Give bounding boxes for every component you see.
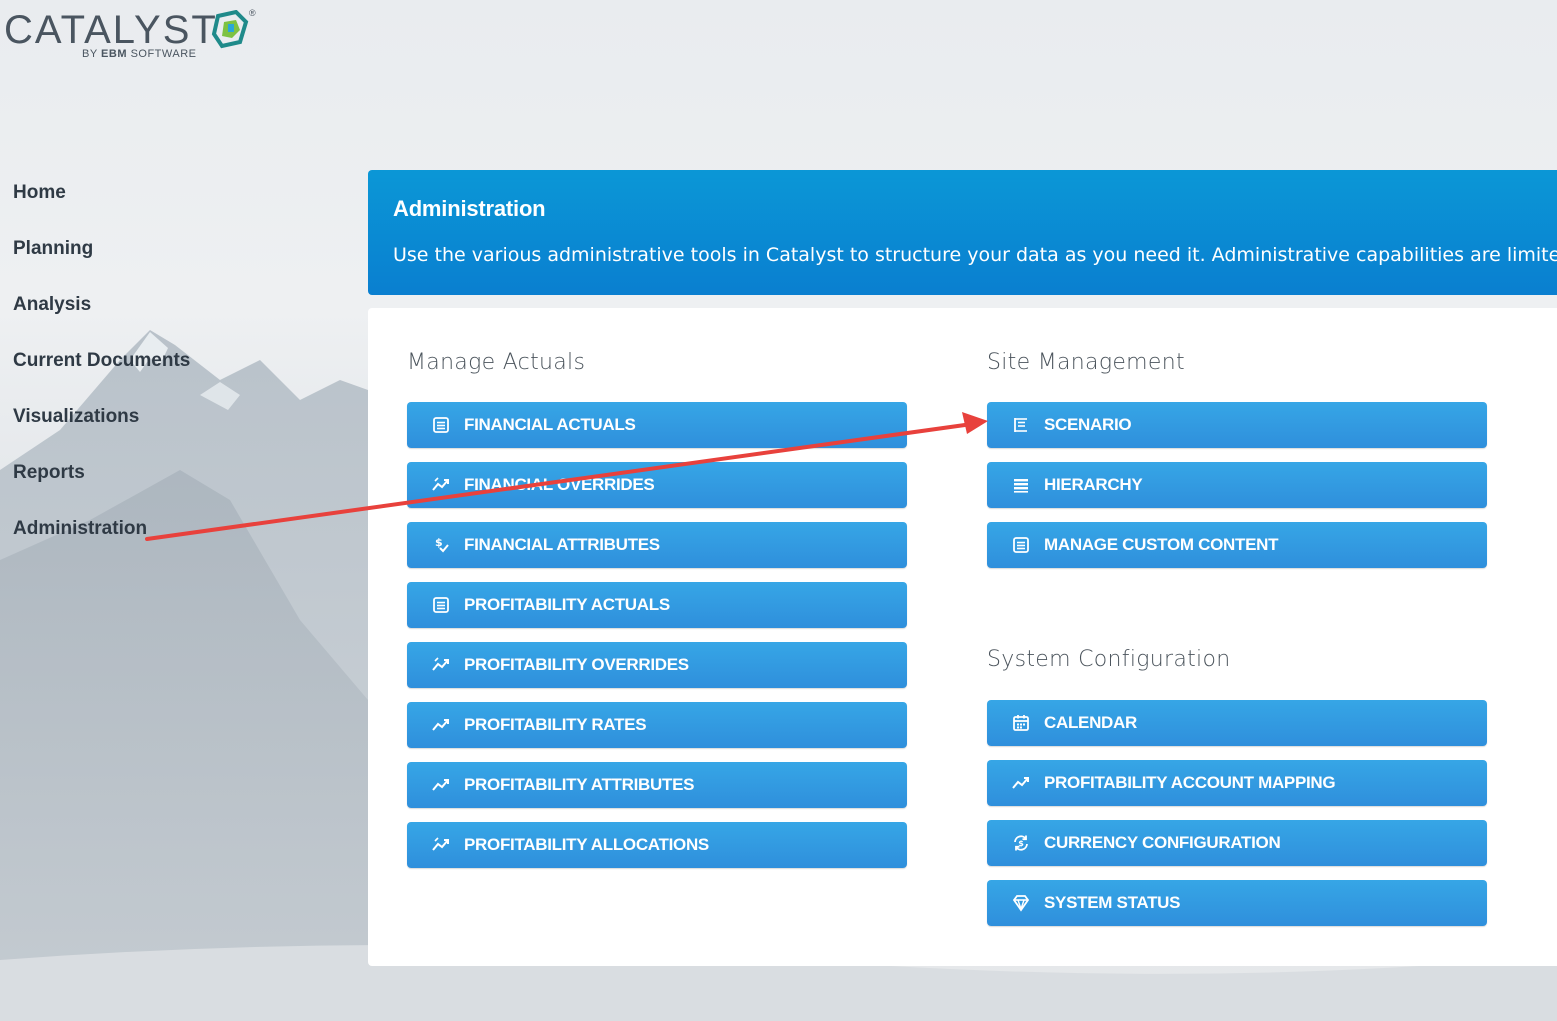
trend-override-icon <box>431 655 451 675</box>
currency-configuration-button[interactable]: $ Currency Configuration <box>987 820 1487 866</box>
page-description: Use the various administrative tools in … <box>393 244 1557 266</box>
button-label: Profitability Overrides <box>464 655 689 674</box>
sidebar-item-administration[interactable]: Administration <box>0 506 300 562</box>
profitability-actuals-button[interactable]: Profitability Actuals <box>407 582 907 628</box>
financial-overrides-button[interactable]: Financial Overrides <box>407 462 907 508</box>
financial-attributes-button[interactable]: $ Financial Attributes <box>407 522 907 568</box>
list-icon <box>431 595 451 615</box>
scenario-button[interactable]: Scenario <box>987 402 1487 448</box>
system-status-button[interactable]: System Status <box>987 880 1487 926</box>
sidebar-nav: Home Planning Analysis Current Documents… <box>0 170 300 562</box>
sidebar-item-home[interactable]: Home <box>0 170 300 226</box>
button-label: Calendar <box>1044 713 1137 732</box>
registered-mark: ® <box>249 8 256 18</box>
trend-icon <box>431 715 451 735</box>
sidebar-item-reports[interactable]: Reports <box>0 450 300 506</box>
button-label: Financial Overrides <box>464 475 655 494</box>
scenario-list-icon <box>1011 415 1031 435</box>
sidebar-item-analysis[interactable]: Analysis <box>0 282 300 338</box>
button-label: Financial Actuals <box>464 415 636 434</box>
hierarchy-icon <box>1011 475 1031 495</box>
financial-actuals-button[interactable]: Financial Actuals <box>407 402 907 448</box>
page-title: Administration <box>393 196 546 221</box>
sidebar-item-visualizations[interactable]: Visualizations <box>0 394 300 450</box>
logo-wordmark: CATALYST <box>4 8 218 52</box>
button-label: Profitability Rates <box>464 715 647 734</box>
profitability-overrides-button[interactable]: Profitability Overrides <box>407 642 907 688</box>
section-title-manage-actuals: Manage Actuals <box>407 350 586 375</box>
hierarchy-button[interactable]: Hierarchy <box>987 462 1487 508</box>
profitability-attributes-button[interactable]: Profitability Attributes <box>407 762 907 808</box>
list-icon <box>1011 535 1031 555</box>
profitability-rates-button[interactable]: Profitability Rates <box>407 702 907 748</box>
catalyst-logo[interactable]: CATALYST ® BY EBM SOFTWARE <box>4 8 264 68</box>
page-header-banner: Administration Use the various administr… <box>368 170 1557 295</box>
button-label: Profitability Account Mapping <box>1044 773 1336 792</box>
button-label: Profitability Attributes <box>464 775 695 794</box>
trend-icon <box>431 775 451 795</box>
admin-panel: Manage Actuals Financial Actuals Financi… <box>368 308 1557 966</box>
manage-custom-content-button[interactable]: Manage Custom Content <box>987 522 1487 568</box>
list-icon <box>431 415 451 435</box>
profitability-account-mapping-button[interactable]: Profitability Account Mapping <box>987 760 1487 806</box>
trend-override-icon <box>431 835 451 855</box>
sidebar-item-planning[interactable]: Planning <box>0 226 300 282</box>
logo-mark-icon <box>211 10 249 49</box>
section-title-site-management: Site Management <box>987 350 1185 375</box>
sidebar-item-current-documents[interactable]: Current Documents <box>0 338 300 394</box>
currency-sync-icon: $ <box>1011 833 1031 853</box>
calendar-button[interactable]: Calendar <box>987 700 1487 746</box>
profitability-allocations-button[interactable]: Profitability Allocations <box>407 822 907 868</box>
svg-text:$: $ <box>1018 839 1024 848</box>
button-label: Profitability Actuals <box>464 595 670 614</box>
dollar-attribute-icon: $ <box>431 535 451 555</box>
button-label: Manage Custom Content <box>1044 535 1279 554</box>
button-label: Scenario <box>1044 415 1132 434</box>
trend-icon <box>1011 773 1031 793</box>
logo-byline: BY EBM SOFTWARE <box>82 48 197 60</box>
button-label: Currency Configuration <box>1044 833 1281 852</box>
trend-override-icon <box>431 475 451 495</box>
svg-text:$: $ <box>435 536 443 549</box>
diamond-icon <box>1011 893 1031 913</box>
calendar-icon <box>1011 713 1031 733</box>
section-title-system-configuration: System Configuration <box>987 647 1231 672</box>
button-label: Profitability Allocations <box>464 835 709 854</box>
button-label: Financial Attributes <box>464 535 660 554</box>
button-label: System Status <box>1044 893 1181 912</box>
button-label: Hierarchy <box>1044 475 1143 494</box>
